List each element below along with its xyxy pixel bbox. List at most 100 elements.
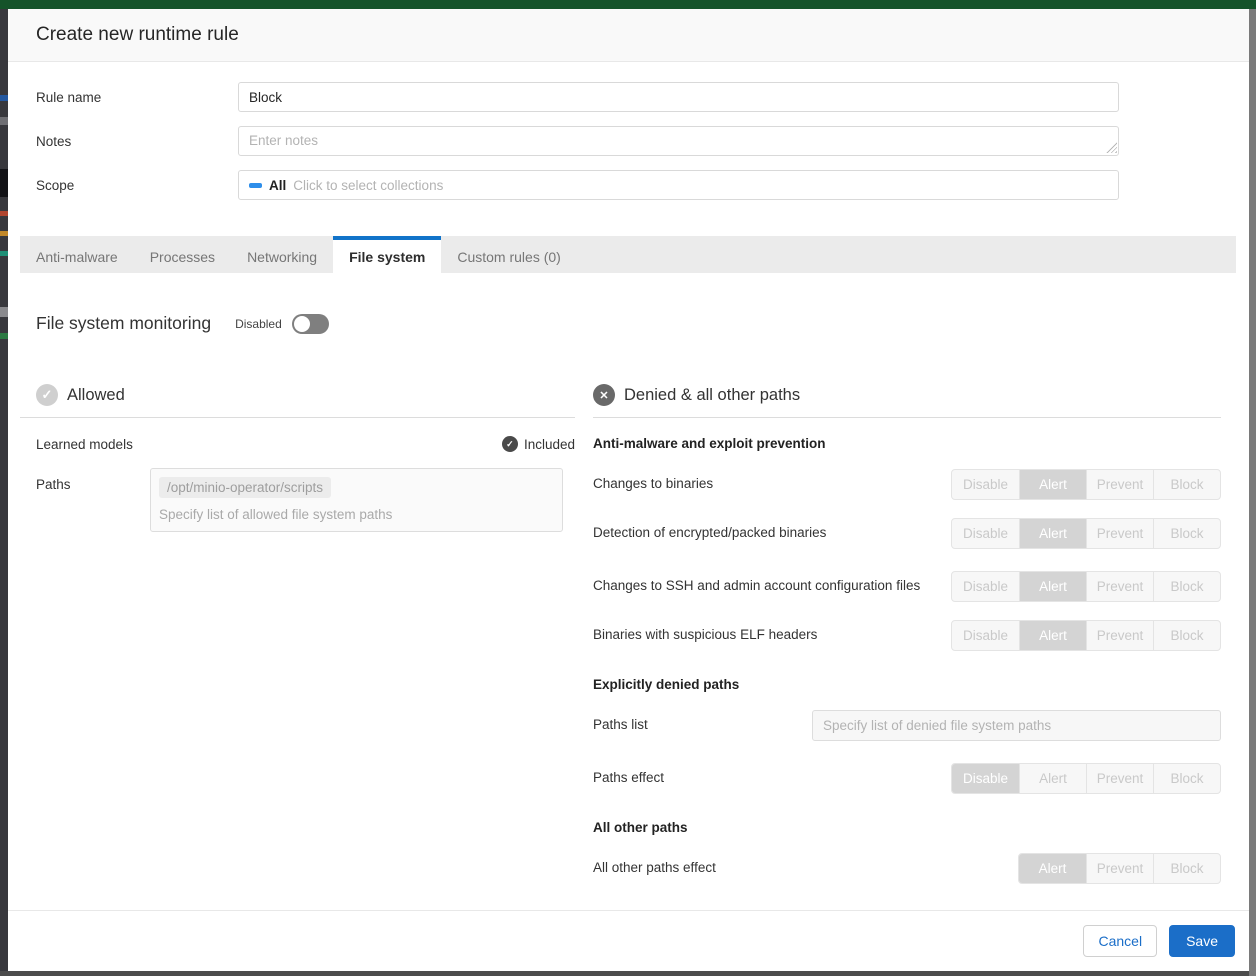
background-scrollbar-edge[interactable] bbox=[1249, 9, 1256, 976]
create-runtime-rule-modal: Create new runtime rule Rule name Notes … bbox=[8, 9, 1249, 971]
setting-row-elf-headers: Binaries with suspicious ELF headers Dis… bbox=[593, 620, 1221, 651]
tab-file-system[interactable]: File system bbox=[333, 236, 441, 273]
allowed-paths-row: Paths /opt/minio-operator/scripts Specif… bbox=[36, 468, 575, 532]
effect-option-alert[interactable]: Alert bbox=[1019, 764, 1086, 793]
collection-dash-icon bbox=[249, 183, 262, 188]
effect-option-alert[interactable]: Alert bbox=[1019, 621, 1086, 650]
setting-label: Binaries with suspicious ELF headers bbox=[593, 625, 817, 646]
cancel-button[interactable]: Cancel bbox=[1083, 925, 1157, 957]
allowed-check-icon: ✓ bbox=[36, 384, 58, 406]
effect-option-block[interactable]: Block bbox=[1153, 470, 1220, 499]
tab-anti-malware[interactable]: Anti-malware bbox=[20, 236, 134, 273]
setting-label: Detection of encrypted/packed binaries bbox=[593, 523, 826, 544]
paths-list-label: Paths list bbox=[593, 715, 648, 736]
scope-collections-field[interactable]: All Click to select collections bbox=[238, 170, 1119, 200]
allowed-paths-label: Paths bbox=[36, 468, 150, 532]
tab-networking[interactable]: Networking bbox=[231, 236, 333, 273]
effect-option-block[interactable]: Block bbox=[1153, 572, 1220, 601]
modal-title: Create new runtime rule bbox=[36, 24, 239, 46]
scope-selected-value: All bbox=[269, 178, 286, 193]
background-sliver bbox=[0, 211, 8, 216]
effect-option-alert[interactable]: Alert bbox=[1019, 470, 1086, 499]
effect-option-prevent[interactable]: Prevent bbox=[1086, 572, 1153, 601]
paths-effect-label: Paths effect bbox=[593, 768, 664, 789]
toggle-knob bbox=[294, 316, 310, 332]
effect-option-prevent[interactable]: Prevent bbox=[1086, 854, 1153, 883]
scope-placeholder: Click to select collections bbox=[293, 178, 443, 193]
modal-header: Create new runtime rule bbox=[8, 9, 1249, 62]
denied-header: ✕ Denied & all other paths bbox=[593, 384, 1221, 418]
effect-option-alert[interactable]: Alert bbox=[1019, 572, 1086, 601]
antimalware-heading: Anti-malware and exploit prevention bbox=[593, 436, 1221, 451]
denied-title: Denied & all other paths bbox=[624, 386, 800, 405]
included-check-icon: ✓ bbox=[502, 436, 518, 452]
background-sliver bbox=[0, 169, 8, 197]
allowed-header: ✓ Allowed bbox=[20, 384, 575, 418]
effect-option-prevent[interactable]: Prevent bbox=[1086, 470, 1153, 499]
scope-row: Scope All Click to select collections bbox=[36, 170, 1249, 200]
rule-form: Rule name Notes Scope All Click to selec… bbox=[8, 62, 1249, 214]
allowed-title: Allowed bbox=[67, 386, 125, 405]
notes-label: Notes bbox=[36, 126, 238, 149]
effect-option-block[interactable]: Block bbox=[1153, 621, 1220, 650]
effect-group-ssh-admin: DisableAlertPreventBlock bbox=[951, 571, 1221, 602]
effect-option-disable[interactable]: Disable bbox=[952, 764, 1019, 793]
setting-label: Changes to binaries bbox=[593, 474, 713, 495]
tab-custom-rules[interactable]: Custom rules (0) bbox=[441, 236, 576, 273]
setting-row-encrypted-packed: Detection of encrypted/packed binaries D… bbox=[593, 518, 1221, 549]
effect-option-block[interactable]: Block bbox=[1153, 854, 1220, 883]
notes-input[interactable] bbox=[238, 126, 1119, 156]
effect-group-encrypted-packed: DisableAlertPreventBlock bbox=[951, 518, 1221, 549]
denied-x-icon: ✕ bbox=[593, 384, 615, 406]
effect-group-all-other-paths: AlertPreventBlock bbox=[1018, 853, 1221, 884]
background-app-edge bbox=[0, 9, 8, 971]
allowed-section: ✓ Allowed Learned models ✓ Included Path… bbox=[20, 384, 575, 884]
file-system-monitoring-title: File system monitoring bbox=[36, 313, 211, 334]
effect-option-disable[interactable]: Disable bbox=[952, 470, 1019, 499]
paths-list-row: Paths list bbox=[593, 710, 1221, 741]
paths-effect-row: Paths effect DisableAlertPreventBlock bbox=[593, 763, 1221, 794]
denied-section: ✕ Denied & all other paths Anti-malware … bbox=[593, 384, 1221, 884]
background-sliver bbox=[0, 117, 8, 125]
file-system-monitoring-row: File system monitoring Disabled bbox=[36, 313, 1249, 334]
background-app-header-bar bbox=[0, 0, 1256, 9]
learned-models-row: Learned models ✓ Included bbox=[36, 436, 575, 452]
background-sliver bbox=[0, 231, 8, 236]
rule-name-label: Rule name bbox=[36, 82, 238, 105]
learned-models-label: Learned models bbox=[36, 437, 133, 452]
denied-paths-input[interactable] bbox=[812, 710, 1221, 741]
save-button[interactable]: Save bbox=[1169, 925, 1235, 957]
effect-option-disable[interactable]: Disable bbox=[952, 572, 1019, 601]
effect-option-alert[interactable]: Alert bbox=[1019, 519, 1086, 548]
setting-row-ssh-admin: Changes to SSH and admin account configu… bbox=[593, 571, 1221, 602]
all-other-paths-heading: All other paths bbox=[593, 820, 1221, 835]
background-sliver bbox=[0, 95, 8, 101]
all-other-paths-effect-row: All other paths effect AlertPreventBlock bbox=[593, 853, 1221, 884]
rule-tabs: Anti-malware Processes Networking File s… bbox=[20, 236, 1236, 273]
tab-processes[interactable]: Processes bbox=[134, 236, 231, 273]
effect-option-block[interactable]: Block bbox=[1153, 519, 1220, 548]
allowed-paths-input[interactable]: /opt/minio-operator/scripts Specify list… bbox=[150, 468, 563, 532]
background-sliver bbox=[0, 307, 8, 317]
rule-columns: ✓ Allowed Learned models ✓ Included Path… bbox=[8, 384, 1249, 884]
background-sliver bbox=[0, 333, 8, 339]
monitoring-state-label: Disabled bbox=[235, 317, 282, 331]
effect-option-disable[interactable]: Disable bbox=[952, 519, 1019, 548]
effect-option-prevent[interactable]: Prevent bbox=[1086, 764, 1153, 793]
background-sliver bbox=[0, 251, 8, 256]
allowed-path-chip[interactable]: /opt/minio-operator/scripts bbox=[159, 477, 331, 498]
effect-group-elf-headers: DisableAlertPreventBlock bbox=[951, 620, 1221, 651]
effect-option-alert[interactable]: Alert bbox=[1019, 854, 1086, 883]
notes-row: Notes bbox=[36, 126, 1249, 156]
scope-label: Scope bbox=[36, 170, 238, 193]
rule-name-input[interactable] bbox=[238, 82, 1119, 112]
all-other-paths-effect-label: All other paths effect bbox=[593, 858, 716, 879]
learned-models-status[interactable]: ✓ Included bbox=[502, 436, 575, 452]
monitoring-toggle[interactable] bbox=[292, 314, 329, 334]
effect-option-prevent[interactable]: Prevent bbox=[1086, 621, 1153, 650]
effect-option-block[interactable]: Block bbox=[1153, 764, 1220, 793]
effect-option-disable[interactable]: Disable bbox=[952, 621, 1019, 650]
effect-option-prevent[interactable]: Prevent bbox=[1086, 519, 1153, 548]
setting-label: Changes to SSH and admin account configu… bbox=[593, 576, 920, 597]
effect-group-paths-effect: DisableAlertPreventBlock bbox=[951, 763, 1221, 794]
